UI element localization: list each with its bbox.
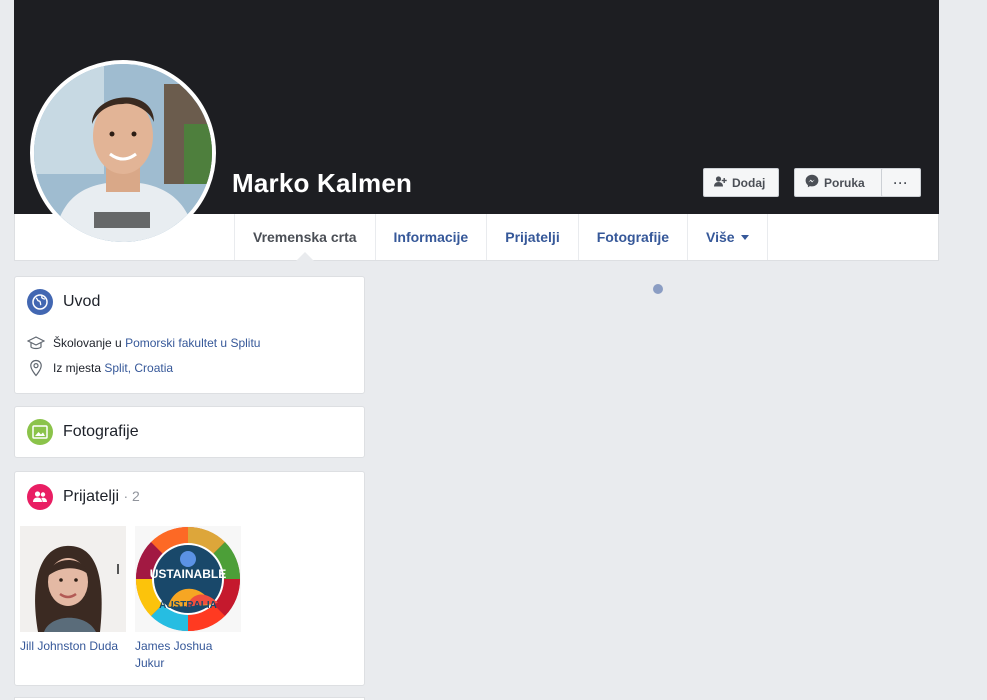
location-link[interactable]: Split, Croatia	[104, 361, 173, 375]
friend-item[interactable]: Jill Johnston Duda	[20, 526, 126, 655]
tab-timeline[interactable]: Vremenska crta	[235, 214, 376, 260]
message-button[interactable]: Poruka	[794, 168, 894, 197]
friend-name[interactable]: James Joshua Jukur	[135, 638, 241, 672]
friends-header: Prijatelji · 2	[15, 472, 364, 510]
friends-count: · 2	[123, 488, 140, 504]
photos-header[interactable]: Fotografije	[15, 407, 364, 445]
friend-avatar[interactable]	[20, 526, 126, 632]
tab-photos-label: Fotografije	[596, 229, 670, 245]
globe-icon	[27, 289, 53, 315]
friend-avatar[interactable]: USTAINABLE AUSTRALIA	[135, 526, 241, 632]
photos-title[interactable]: Fotografije	[63, 423, 139, 441]
tab-friends[interactable]: Prijatelji	[487, 214, 579, 260]
tab-photos[interactable]: Fotografije	[579, 214, 689, 260]
education-prefix: Školovanje u	[53, 336, 122, 350]
badge-text-2: AUSTRALIA	[159, 600, 217, 611]
profile-name[interactable]: Marko Kalmen	[232, 168, 412, 199]
photos-card: Fotografije	[14, 406, 365, 458]
tab-friends-label: Prijatelji	[505, 229, 560, 245]
friends-icon	[27, 484, 53, 510]
add-friend-label: Dodaj	[732, 175, 766, 190]
intro-title: Uvod	[63, 293, 101, 310]
message-label: Poruka	[824, 175, 865, 190]
education-link[interactable]: Pomorski fakultet u Splitu	[125, 336, 260, 350]
intro-card: Uvod Školovanje u Pomorski fakultet u Sp…	[14, 276, 365, 394]
add-friend-button[interactable]: Dodaj	[703, 168, 779, 197]
profile-tabs: Vremenska crta Informacije Prijatelji Fo…	[234, 214, 768, 260]
education-row: Školovanje u Pomorski fakultet u Splitu	[15, 335, 364, 351]
more-options-button[interactable]: ···	[881, 168, 921, 197]
friend-name[interactable]: Jill Johnston Duda	[20, 638, 126, 655]
friends-title-label: Prijatelji	[63, 488, 120, 505]
add-friend-icon	[714, 175, 727, 190]
location-row: Iz mjesta Split, Croatia	[15, 359, 364, 377]
intro-header: Uvod	[15, 277, 364, 315]
tab-timeline-label: Vremenska crta	[253, 229, 357, 245]
location-pin-icon	[30, 359, 42, 377]
tab-about-label: Informacije	[393, 229, 469, 245]
friends-title[interactable]: Prijatelji · 2	[63, 488, 140, 506]
graduation-cap-icon	[27, 336, 45, 350]
friends-card: Prijatelji · 2 Jill Johnston Duda USTAIN…	[14, 471, 365, 686]
location-prefix: Iz mjesta	[53, 361, 102, 375]
tab-about[interactable]: Informacije	[376, 214, 488, 260]
friend-item[interactable]: USTAINABLE AUSTRALIA James Joshua Jukur	[135, 526, 241, 672]
tab-more-label: Više	[706, 229, 735, 245]
loading-indicator	[653, 284, 663, 294]
more-options-label: ···	[893, 175, 909, 190]
badge-text-1: USTAINABLE	[150, 567, 226, 581]
chevron-down-icon	[740, 234, 749, 240]
messenger-icon	[805, 174, 819, 191]
profile-picture[interactable]	[30, 60, 216, 246]
photo-icon	[27, 419, 53, 445]
tab-more[interactable]: Više	[688, 214, 768, 260]
